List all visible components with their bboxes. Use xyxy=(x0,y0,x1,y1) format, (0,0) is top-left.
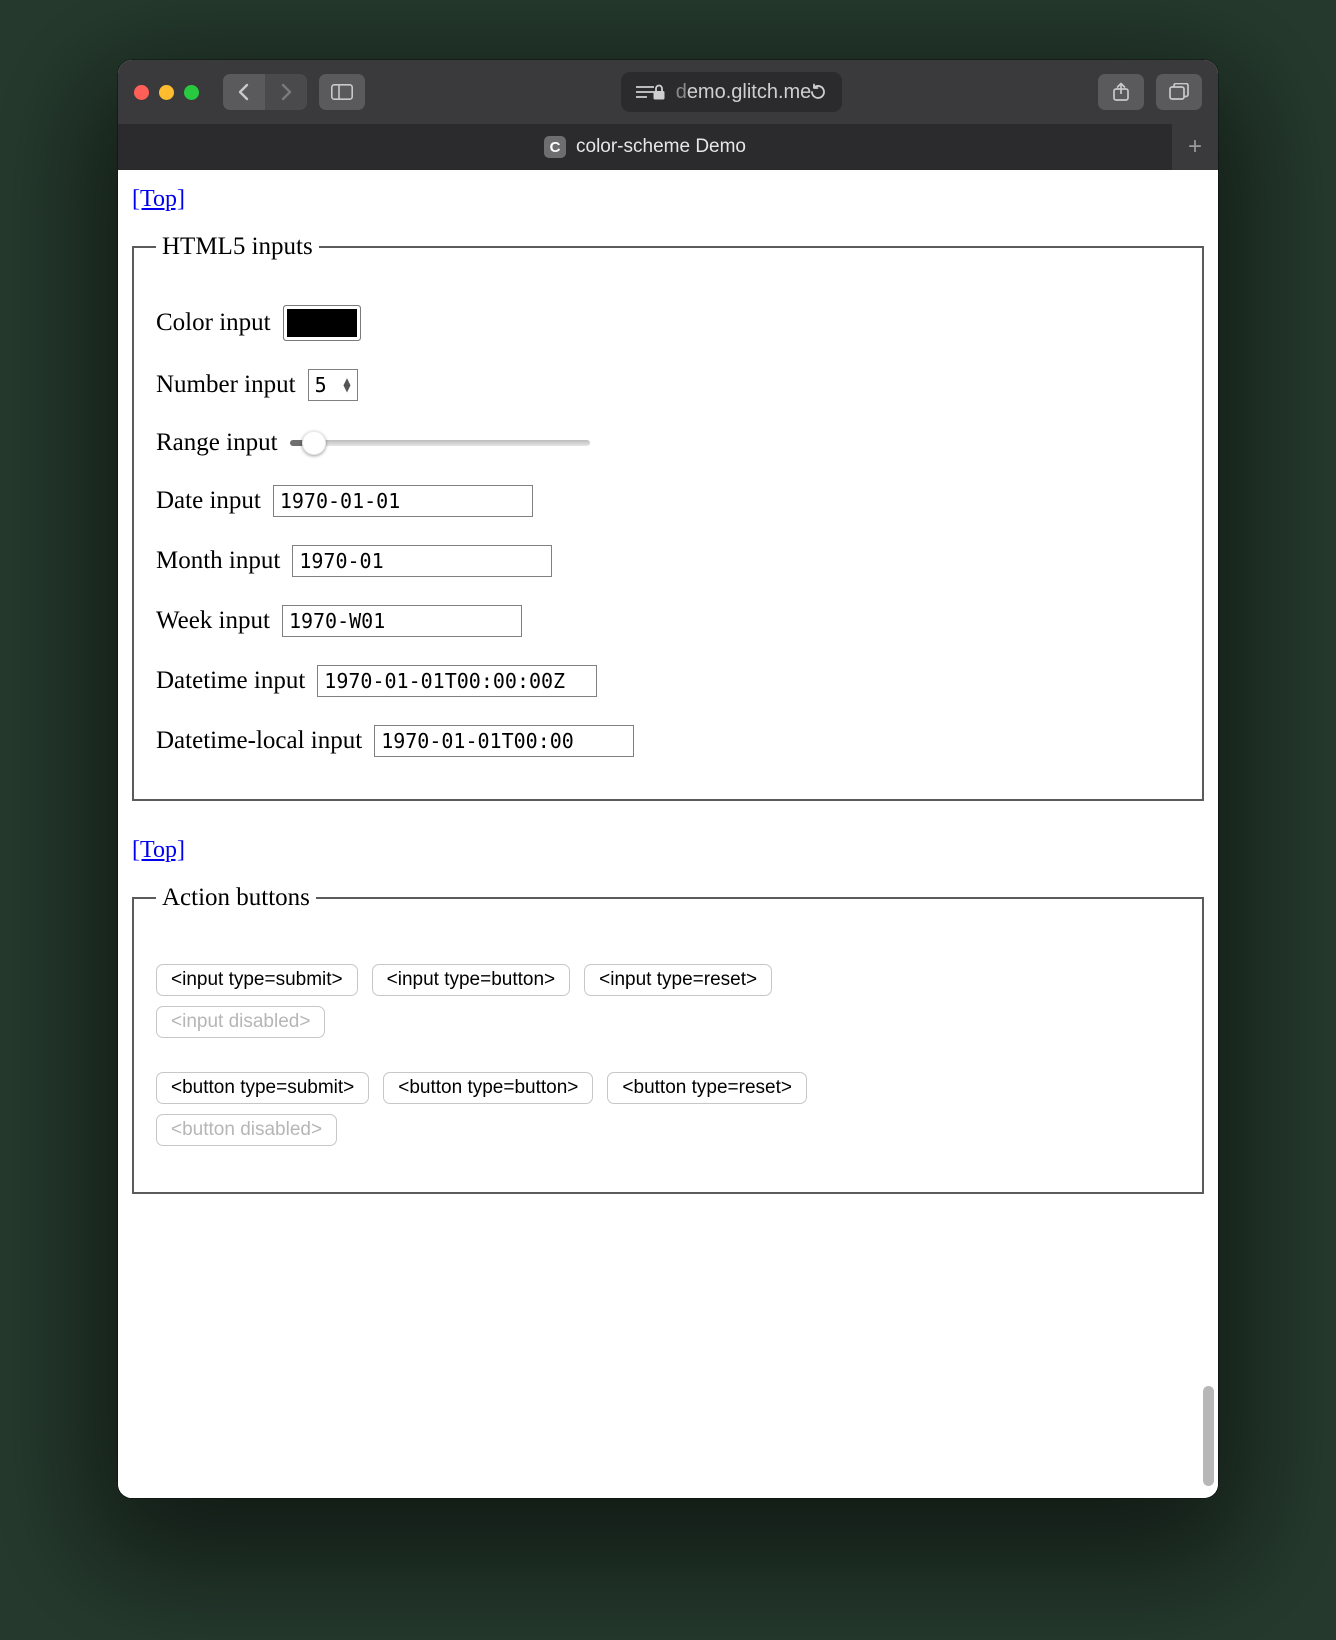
share-button[interactable] xyxy=(1098,74,1144,110)
month-input-label: Month input xyxy=(156,547,280,575)
input-submit-button[interactable]: <input type=submit> xyxy=(156,964,358,996)
button-submit-button[interactable]: <button type=submit> xyxy=(156,1072,369,1104)
datetime-input-label: Datetime input xyxy=(156,667,305,695)
scrollbar-thumb[interactable] xyxy=(1203,1386,1214,1486)
fieldset-legend: HTML5 inputs xyxy=(156,233,319,261)
number-input-value: 5 xyxy=(315,373,327,397)
reload-button[interactable] xyxy=(800,83,836,101)
forward-button[interactable] xyxy=(265,74,307,110)
fieldset-html5-inputs: HTML5 inputs Color input Number input 5 … xyxy=(132,233,1204,801)
tab-bar: C color-scheme Demo + xyxy=(118,124,1218,170)
browser-window: demo.glitch.me C color-scheme Demo + [To… xyxy=(118,60,1218,1498)
input-reset-button[interactable]: <input type=reset> xyxy=(584,964,772,996)
color-input-label: Color input xyxy=(156,309,271,337)
number-input[interactable]: 5 ▲▼ xyxy=(308,369,358,401)
number-stepper-icon[interactable]: ▲▼ xyxy=(343,378,350,392)
range-thumb[interactable] xyxy=(302,431,326,455)
fieldset-action-buttons: Action buttons <input type=submit> <inpu… xyxy=(132,884,1204,1194)
button-reset-button[interactable]: <button type=reset> xyxy=(607,1072,807,1104)
new-tab-button[interactable]: + xyxy=(1172,124,1218,170)
url-text: demo.glitch.me xyxy=(676,81,812,104)
browser-toolbar: demo.glitch.me xyxy=(118,60,1218,124)
range-input[interactable] xyxy=(290,430,590,456)
close-window-button[interactable] xyxy=(134,85,149,100)
fieldset-legend: Action buttons xyxy=(156,884,316,912)
week-input-label: Week input xyxy=(156,607,270,635)
reader-mode-icon[interactable] xyxy=(627,85,663,99)
tabs-overview-button[interactable] xyxy=(1156,74,1202,110)
tab-favicon: C xyxy=(544,136,566,158)
address-bar[interactable]: demo.glitch.me xyxy=(621,72,843,112)
button-button-button[interactable]: <button type=button> xyxy=(383,1072,593,1104)
minimize-window-button[interactable] xyxy=(159,85,174,100)
top-link[interactable]: [Top] xyxy=(132,837,185,864)
top-link[interactable]: [Top] xyxy=(132,186,185,213)
tab-title: color-scheme Demo xyxy=(576,136,746,158)
date-input[interactable]: 1970-01-01 xyxy=(273,485,533,517)
nav-buttons xyxy=(223,74,307,110)
datetime-input[interactable]: 1970-01-01T00:00:00Z xyxy=(317,665,597,697)
range-input-label: Range input xyxy=(156,429,278,457)
date-input-label: Date input xyxy=(156,487,261,515)
tab-active[interactable]: C color-scheme Demo xyxy=(118,124,1172,170)
input-disabled-button: <input disabled> xyxy=(156,1006,325,1038)
week-input[interactable]: 1970-W01 xyxy=(282,605,522,637)
datetime-local-input-label: Datetime-local input xyxy=(156,727,362,755)
number-input-label: Number input xyxy=(156,371,296,399)
month-input[interactable]: 1970-01 xyxy=(292,545,552,577)
back-button[interactable] xyxy=(223,74,265,110)
range-track xyxy=(290,440,590,446)
page-viewport: [Top] HTML5 inputs Color input Number in… xyxy=(118,170,1218,1498)
zoom-window-button[interactable] xyxy=(184,85,199,100)
button-disabled-button: <button disabled> xyxy=(156,1114,337,1146)
input-button-button[interactable]: <input type=button> xyxy=(372,964,571,996)
color-input[interactable] xyxy=(283,305,361,341)
window-controls xyxy=(134,85,199,100)
datetime-local-input[interactable]: 1970-01-01T00:00 xyxy=(374,725,634,757)
sidebar-toggle-button[interactable] xyxy=(319,74,365,110)
